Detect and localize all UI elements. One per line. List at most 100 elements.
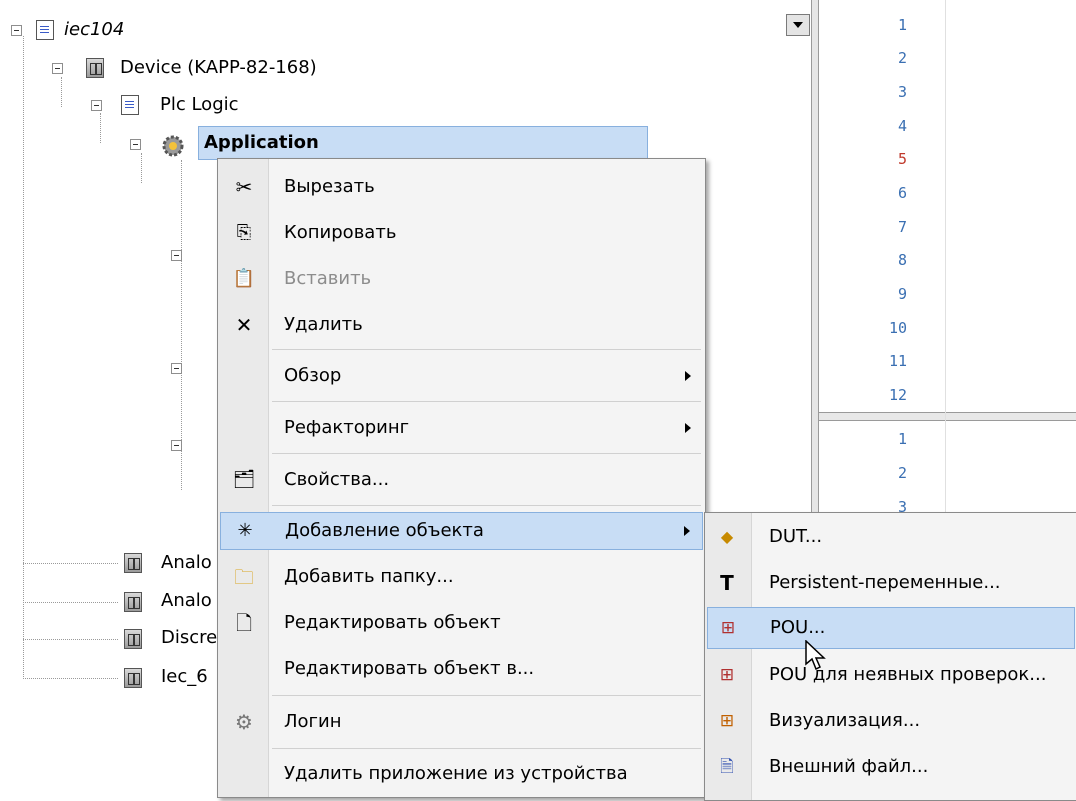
tree-item-iec[interactable]: Iec_6 <box>161 666 208 688</box>
horizontal-splitter[interactable] <box>819 412 1076 421</box>
line-number: 6 <box>897 184 907 202</box>
menu-item-paste[interactable]: 📋 Вставить <box>220 261 703 297</box>
pou-checks-icon: ⊞ <box>719 665 735 685</box>
menu-item-login[interactable]: ⚙ Логин <box>220 704 703 740</box>
line-number: 7 <box>897 218 907 236</box>
menu-item-edit-object-with[interactable]: Редактировать объект в... <box>220 651 703 687</box>
menu-item-label: Редактировать объект в... <box>284 658 535 679</box>
persistent-icon: T <box>720 571 734 595</box>
line-number: 10 <box>888 319 907 337</box>
add-object-submenu: ◆ DUT... T Persistent-переменные... ⊞ PO… <box>704 512 1076 801</box>
menu-item-refactoring[interactable]: Рефакторинг <box>220 410 703 446</box>
line-number: 12 <box>888 386 907 404</box>
edit-object-icon: 🗋 <box>235 611 253 635</box>
device-icon <box>124 592 142 612</box>
cut-icon: ✂ <box>235 175 253 199</box>
submenu-arrow-icon <box>684 526 690 536</box>
application-gear-icon <box>160 133 186 159</box>
submenu-arrow-icon <box>685 423 691 433</box>
menu-item-remove-application[interactable]: Удалить приложение из устройства <box>220 756 703 792</box>
tree-guide-line <box>23 602 118 603</box>
tree-guide-line <box>23 563 118 564</box>
menu-separator <box>272 748 701 749</box>
external-file-icon: 🗎 <box>720 757 734 777</box>
line-number: 3 <box>897 83 907 101</box>
pou-icon: ⊞ <box>720 618 736 638</box>
tree-guide-line <box>61 77 62 107</box>
collapse-device-toggle[interactable] <box>52 63 63 74</box>
menu-item-label: Визуализация... <box>769 710 921 731</box>
collapse-node-toggle[interactable] <box>171 250 182 261</box>
line-number: 2 <box>897 464 907 482</box>
device-icon <box>124 668 142 688</box>
collapse-root-toggle[interactable] <box>11 25 22 36</box>
menu-item-label: Persistent-переменные... <box>769 572 1001 593</box>
tree-item-root[interactable]: iec104 <box>64 19 124 41</box>
menu-item-copy[interactable]: ⎘ Копировать <box>220 215 703 251</box>
line-number: 8 <box>897 251 907 269</box>
project-icon <box>36 20 54 40</box>
context-menu: ✂ Вырезать ⎘ Копировать 📋 Вставить ✕ Уда… <box>217 158 706 798</box>
menu-item-label: Удалить приложение из устройства <box>284 763 628 784</box>
visualization-icon: ⊞ <box>719 711 735 731</box>
tree-item-application[interactable]: Application <box>204 132 319 154</box>
collapse-node-toggle[interactable] <box>171 440 182 451</box>
menu-item-edit-object[interactable]: 🗋 Редактировать объект <box>220 605 703 641</box>
chevron-down-icon <box>793 22 803 28</box>
submenu-arrow-icon <box>685 371 691 381</box>
dut-icon: ◆ <box>720 527 734 546</box>
menu-item-add-folder[interactable]: 🗀 Добавить папку... <box>220 559 703 595</box>
menu-item-properties[interactable]: 🗂 Свойства... <box>220 462 703 498</box>
tree-item-discrete[interactable]: Discre <box>161 627 217 649</box>
tree-guide-line <box>23 639 118 640</box>
add-object-icon: ✳ <box>237 520 253 541</box>
menu-separator <box>272 401 701 402</box>
menu-item-label: Удалить <box>284 314 363 335</box>
login-icon: ⚙ <box>235 710 253 734</box>
submenu-item-external-file[interactable]: 🗎 Внешний файл... <box>707 747 1075 787</box>
menu-item-label: Рефакторинг <box>284 417 410 438</box>
tree-guide-line <box>100 113 101 143</box>
submenu-item-visualization[interactable]: ⊞ Визуализация... <box>707 701 1075 741</box>
device-icon <box>124 553 142 573</box>
line-number: 11 <box>888 352 907 370</box>
tree-item-analog-2[interactable]: Analo <box>161 590 212 612</box>
collapse-node-toggle[interactable] <box>171 363 182 374</box>
menu-item-label: Вставить <box>284 268 372 289</box>
line-number: 1 <box>897 16 907 34</box>
folder-icon: 🗀 <box>234 565 254 589</box>
line-number: 1 <box>897 430 907 448</box>
menu-item-label: DUT... <box>769 526 823 547</box>
menu-separator <box>272 453 701 454</box>
tree-item-analog-1[interactable]: Analo <box>161 552 212 574</box>
menu-item-label: Копировать <box>284 222 397 243</box>
line-number: 9 <box>897 285 907 303</box>
collapse-application-toggle[interactable] <box>130 139 141 150</box>
tree-guide-line <box>23 36 24 679</box>
menu-item-cut[interactable]: ✂ Вырезать <box>220 169 703 205</box>
menu-item-label: Редактировать объект <box>284 612 501 633</box>
menu-item-add-object[interactable]: ✳ Добавление объекта <box>220 512 703 550</box>
paste-icon: 📋 <box>232 268 256 289</box>
submenu-item-pou[interactable]: ⊞ POU... <box>707 607 1075 649</box>
collapse-plc-logic-toggle[interactable] <box>91 100 102 111</box>
submenu-item-dut[interactable]: ◆ DUT... <box>707 517 1075 557</box>
menu-item-label: Вырезать <box>284 176 375 197</box>
menu-item-delete[interactable]: ✕ Удалить <box>220 307 703 343</box>
submenu-item-persistent[interactable]: T Persistent-переменные... <box>707 563 1075 603</box>
submenu-item-pou-checks[interactable]: ⊞ POU для неявных проверок... <box>707 655 1075 695</box>
menu-separator <box>272 349 701 350</box>
line-number-gutter-bottom: 1 2 3 <box>819 421 953 521</box>
line-number: 4 <box>897 117 907 135</box>
menu-item-browse[interactable]: Обзор <box>220 358 703 394</box>
dropdown-button[interactable] <box>786 14 810 36</box>
tree-item-device[interactable]: Device (KAPP-82-168) <box>120 57 317 79</box>
device-icon <box>86 58 104 78</box>
menu-item-label: Добавить папку... <box>284 566 454 587</box>
tree-item-plc-logic[interactable]: Plc Logic <box>160 94 239 116</box>
tree-guide-line <box>141 153 142 183</box>
mouse-cursor-icon <box>805 639 827 672</box>
menu-separator <box>272 695 701 696</box>
line-number-gutter-top: 1 2 3 4 5 6 7 8 9 10 11 12 <box>819 0 953 412</box>
menu-item-label: Внешний файл... <box>769 756 929 777</box>
